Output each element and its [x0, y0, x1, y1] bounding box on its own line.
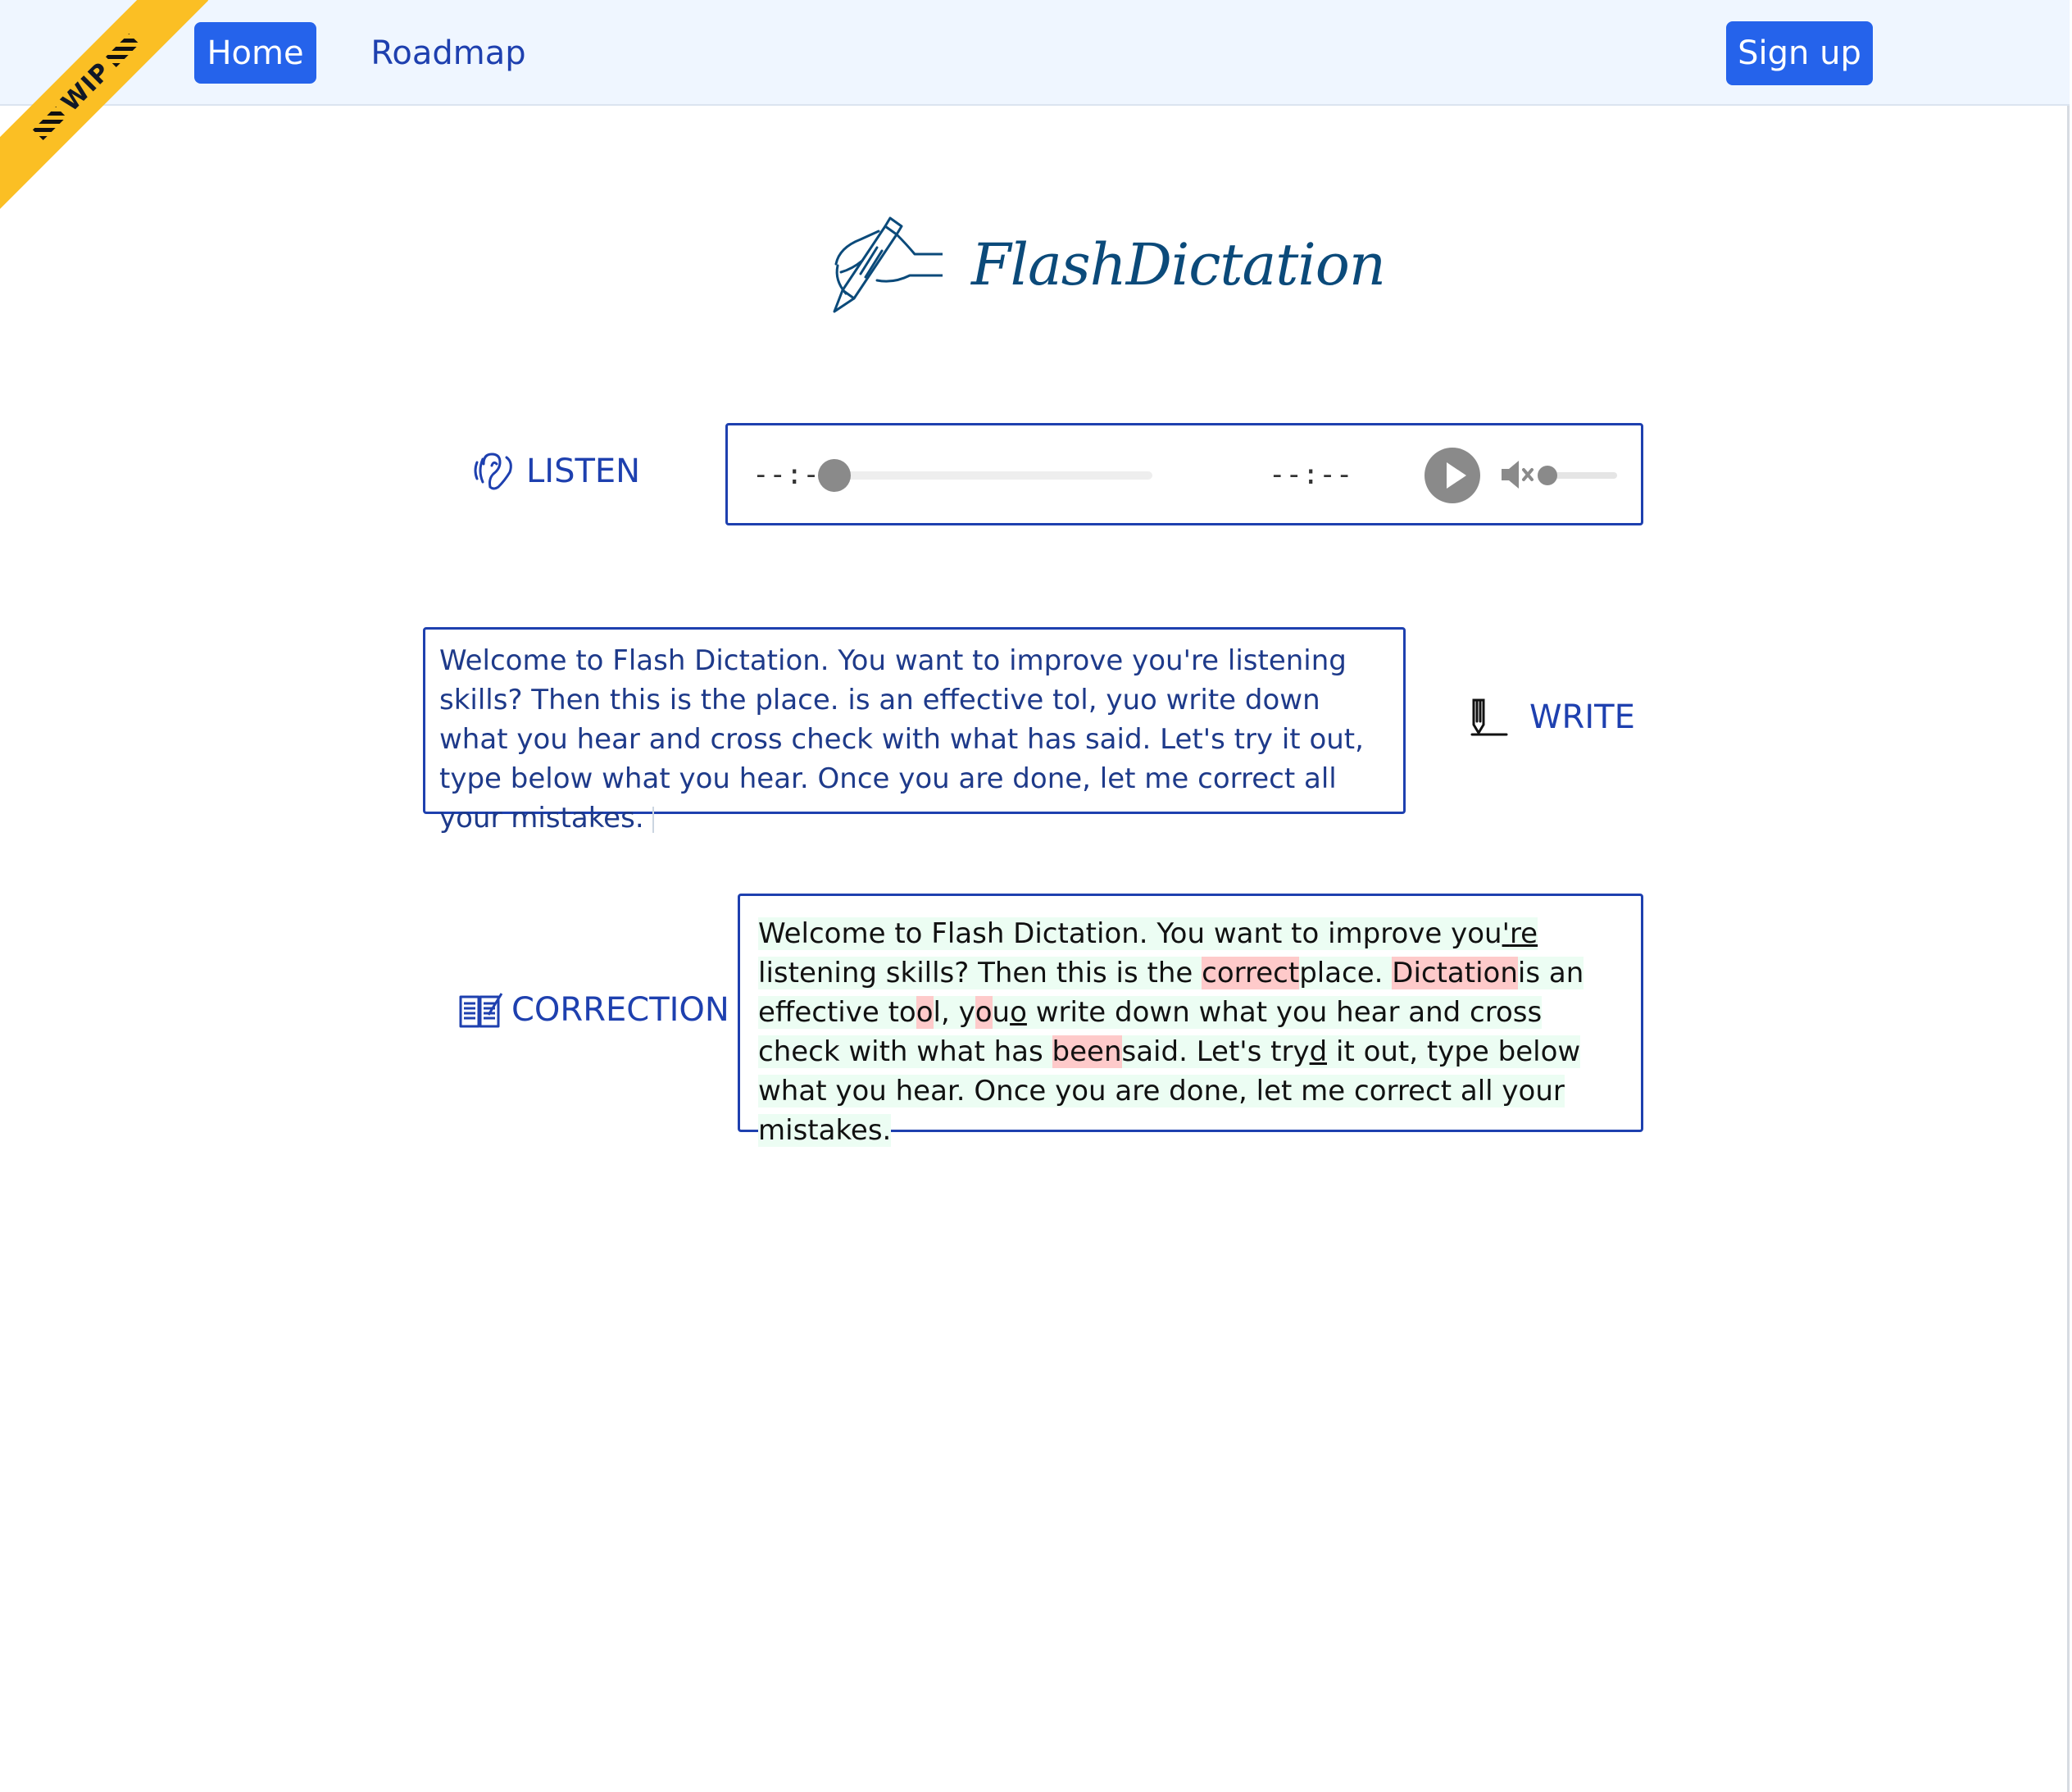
wip-ribbon-container: WIP — [0, 0, 213, 213]
correction-segment-error: o — [916, 996, 934, 1029]
correction-label: CORRECTION — [511, 991, 729, 1029]
logo: FlashDictation — [828, 215, 1386, 321]
correction-text: Welcome to Flash Dictation. You want to … — [758, 917, 1584, 1147]
logo-wordmark: FlashDictation — [971, 231, 1386, 298]
correction-segment-ok: listening skills? Then this is the — [758, 957, 1202, 989]
pencil-writing-icon — [1470, 698, 1508, 736]
correction-segment-error: been — [1052, 1035, 1122, 1068]
roadmap-link[interactable]: Roadmap — [361, 22, 536, 84]
correction-segment-ok: l, y — [933, 996, 975, 1029]
listen-label: LISTEN — [526, 453, 641, 490]
play-button[interactable] — [1424, 448, 1480, 503]
correction-segment-ok: place. — [1299, 957, 1393, 989]
progress-track[interactable] — [818, 471, 1152, 480]
hand-writing-icon — [833, 216, 943, 313]
correction-segment-fix: o — [1010, 996, 1027, 1029]
audio-player: --:-- --:-- — [725, 423, 1643, 525]
correction-segment-fix: re — [1509, 917, 1538, 950]
duration-time: --:-- — [1269, 458, 1353, 491]
correction-section-label: CORRECTION — [459, 990, 729, 1030]
correction-segment-error: Dictation — [1392, 957, 1518, 989]
book-icon — [459, 993, 503, 1028]
volume-thumb[interactable] — [1538, 466, 1557, 485]
dictation-input-text: Welcome to Flash Dictation. You want to … — [439, 644, 1364, 835]
correction-segment-ok: u — [992, 996, 1011, 1029]
write-label: WRITE — [1529, 698, 1635, 736]
correction-segment-ok: Welcome to Flash Dictation. You want to … — [758, 917, 1502, 950]
construction-tape-icon — [105, 34, 139, 68]
wip-ribbon: WIP — [0, 0, 209, 210]
text-caret — [652, 806, 654, 833]
correction-segment-fix: d — [1309, 1035, 1328, 1068]
listen-section-label: LISTEN — [472, 451, 640, 492]
speaker-muted-icon — [1502, 461, 1534, 489]
construction-tape-icon — [33, 106, 67, 140]
correction-segment-ok: said. Let's try — [1121, 1035, 1310, 1068]
top-navbar: Home Roadmap Sign up — [0, 0, 2070, 106]
correction-segment-fix: ' — [1502, 917, 1510, 950]
dictation-input[interactable]: Welcome to Flash Dictation. You want to … — [423, 627, 1406, 835]
ear-icon — [474, 453, 512, 490]
signup-button[interactable]: Sign up — [1726, 21, 1873, 85]
write-section-label: WRITE — [1469, 697, 1635, 738]
wip-label: WIP — [56, 57, 116, 117]
correction-segment-error: o — [975, 996, 993, 1029]
correction-output: Welcome to Flash Dictation. You want to … — [738, 894, 1643, 1147]
mute-button[interactable] — [1500, 458, 1539, 491]
progress-thumb[interactable] — [818, 459, 851, 492]
correction-segment-error: correct — [1202, 957, 1300, 989]
